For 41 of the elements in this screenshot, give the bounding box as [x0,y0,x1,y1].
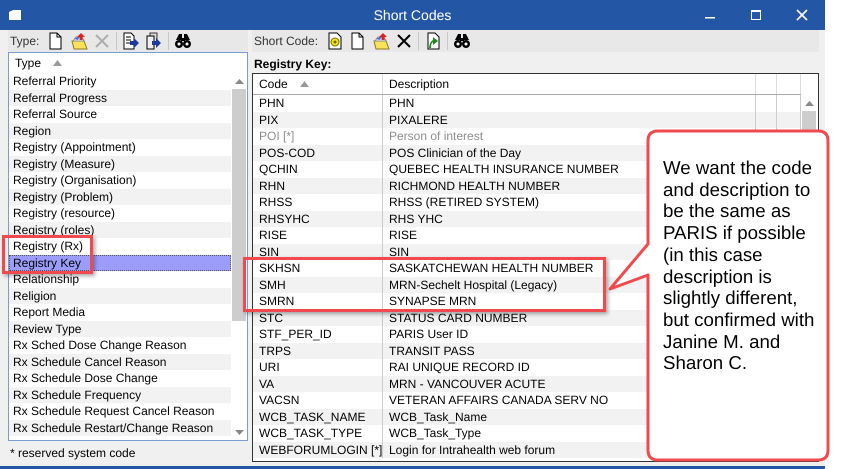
list-item[interactable]: Rx Schedule Frequency [9,386,231,403]
list-item[interactable]: Religion [9,288,231,304]
table-cell: PIX [253,112,383,128]
list-item[interactable]: Review Type [9,320,231,337]
list-item[interactable]: Report Media [9,304,231,320]
list-item[interactable]: Registry (Problem) [9,188,231,205]
column-header[interactable]: Code [253,74,383,94]
toolbar-label: Type: [10,34,40,48]
list-item[interactable]: Registry (Organisation) [9,172,231,188]
table-cell: WEBFORUMLOGIN [*] [253,442,383,458]
column-header[interactable]: Description [383,74,756,94]
table-cell: TRPS [253,342,383,359]
table-cell: PIXALERE [383,112,756,128]
table-cell: SIN [253,244,383,260]
list-item[interactable]: Registry (Measure) [9,156,231,172]
footnote: * reserved system code [9,445,136,460]
table-cell: STC [253,310,383,326]
list-item[interactable]: Rx Schedule Restart/Change Reason [9,420,231,436]
table-cell: WCB_TASK_NAME [253,408,383,425]
table-cell: POS-COD [253,144,383,161]
list-item[interactable]: Rx Sched Dose Change Reason [9,337,231,354]
list-item[interactable]: Registry (resource) [9,205,231,222]
list-item[interactable]: Relationship [9,271,231,288]
window-title: Short Codes [374,7,452,23]
list-item[interactable]: Referral Source [9,106,231,122]
table-cell: RHSYHC [253,210,383,227]
table-cell: RHN [253,178,383,194]
list-item[interactable]: Registry Key [9,254,231,271]
list-item[interactable]: Rx Schedule Cancel Reason [9,354,231,370]
list-item[interactable]: Rx Schedule Dose Change [9,370,231,386]
list-item[interactable]: Registry (Appointment) [9,139,231,156]
table-cell: SMRN [253,293,383,310]
section-heading: Registry Key: [253,56,332,73]
list-item[interactable]: Referral Progress [9,90,231,106]
list-item[interactable]: Registry (Rx) [9,238,231,254]
table-cell: VA [253,376,383,392]
list-item[interactable]: Rx Schedule Request Cancel Reason [9,403,231,420]
toolbar-label: Short Code: [254,34,318,48]
table-cell: SMH [253,276,383,293]
list-item[interactable]: Region [9,122,231,139]
list-item[interactable]: Referral Priority [9,73,231,90]
